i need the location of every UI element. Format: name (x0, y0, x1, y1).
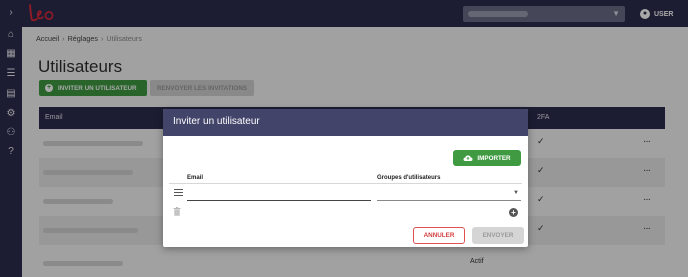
import-button-label: IMPORTER (477, 154, 511, 162)
groups-column-header: Groupes d'utilisateurs (377, 175, 441, 181)
delete-icon[interactable] (173, 207, 181, 216)
email-column-header: Email (187, 175, 204, 181)
send-button[interactable]: ENVOYER (472, 227, 524, 244)
chevron-down-icon: ▼ (513, 190, 519, 196)
add-row-icon[interactable]: + (509, 208, 518, 217)
cancel-button[interactable]: ANNULER (413, 227, 465, 244)
dialog-header: Inviter un utilisateur (163, 109, 528, 136)
send-button-label: ENVOYER (482, 232, 514, 239)
email-field[interactable] (187, 188, 371, 201)
drag-handle-icon[interactable] (174, 189, 183, 197)
user-groups-select[interactable]: ▼ (377, 188, 521, 201)
invite-user-dialog: Inviter un utilisateur IMPORTER Email Gr… (163, 109, 528, 247)
dialog-title: Inviter un utilisateur (173, 116, 260, 127)
cancel-button-label: ANNULER (423, 232, 455, 239)
divider (169, 183, 522, 184)
import-button[interactable]: IMPORTER (453, 150, 521, 166)
cloud-upload-icon (463, 155, 473, 161)
